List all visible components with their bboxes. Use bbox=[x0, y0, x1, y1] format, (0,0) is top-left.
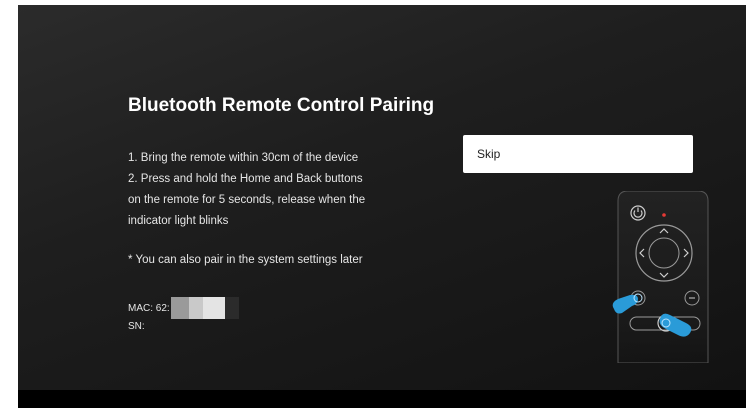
instruction-line: indicator light blinks bbox=[128, 215, 229, 227]
bottom-bar bbox=[18, 390, 746, 408]
instruction-line: 1. Bring the remote within 30cm of the d… bbox=[128, 152, 359, 164]
mac-row: MAC: 62: bbox=[128, 297, 239, 319]
remote-illustration bbox=[612, 191, 709, 363]
instruction-list: 1. Bring the remote within 30cm of the d… bbox=[128, 148, 448, 232]
pairing-screen: Bluetooth Remote Control Pairing 1. Brin… bbox=[18, 5, 746, 390]
page-title: Bluetooth Remote Control Pairing bbox=[128, 95, 435, 116]
settings-note: * You can also pair in the system settin… bbox=[128, 254, 363, 266]
sn-label: SN: bbox=[128, 321, 145, 332]
device-info: MAC: 62: SN: bbox=[128, 297, 239, 334]
mac-redaction bbox=[170, 297, 239, 319]
instruction-line: 2. Press and hold the Home and Back butt… bbox=[128, 173, 363, 185]
indicator-light-icon bbox=[662, 213, 666, 217]
mac-label: MAC: 62: bbox=[128, 302, 170, 314]
instruction-line: on the remote for 5 seconds, release whe… bbox=[128, 194, 366, 206]
skip-button[interactable]: Skip bbox=[463, 135, 693, 173]
